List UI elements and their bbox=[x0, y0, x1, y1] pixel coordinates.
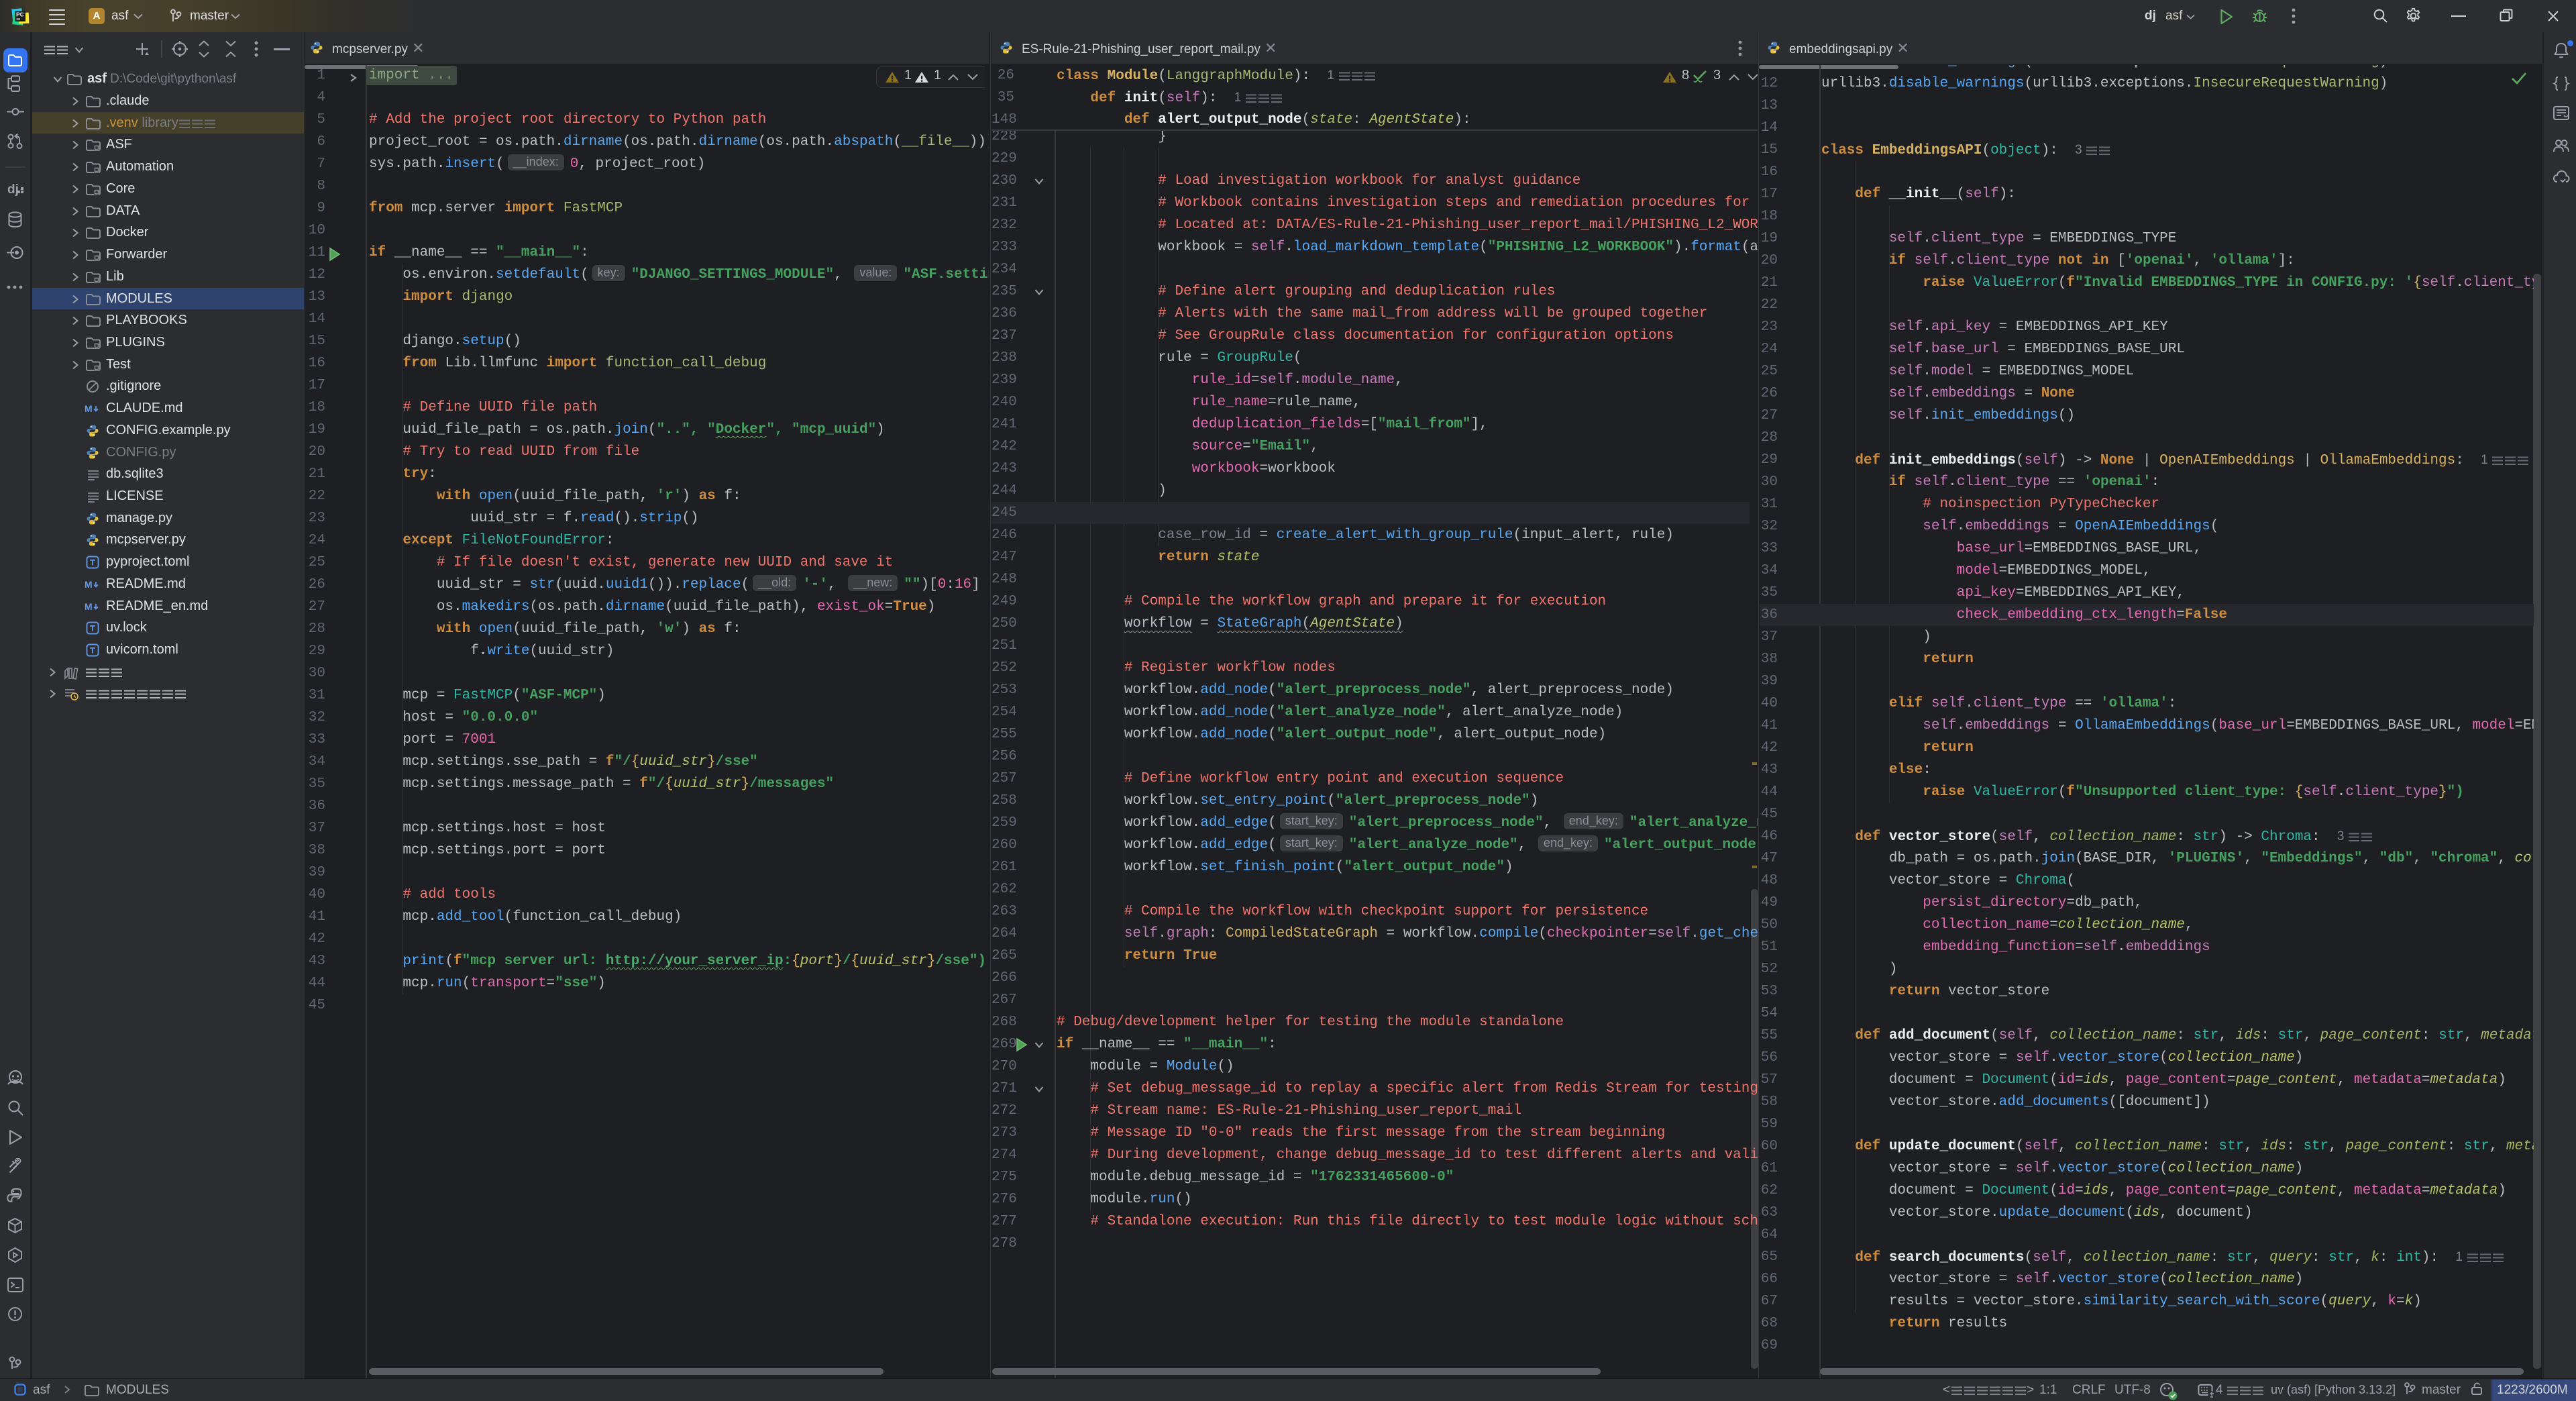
svg-text:dj: dj bbox=[7, 183, 19, 197]
svg-text:M: M bbox=[85, 601, 93, 612]
svg-text:PC: PC bbox=[16, 11, 24, 18]
svg-text:M: M bbox=[85, 403, 93, 414]
svg-text:M: M bbox=[85, 579, 93, 590]
